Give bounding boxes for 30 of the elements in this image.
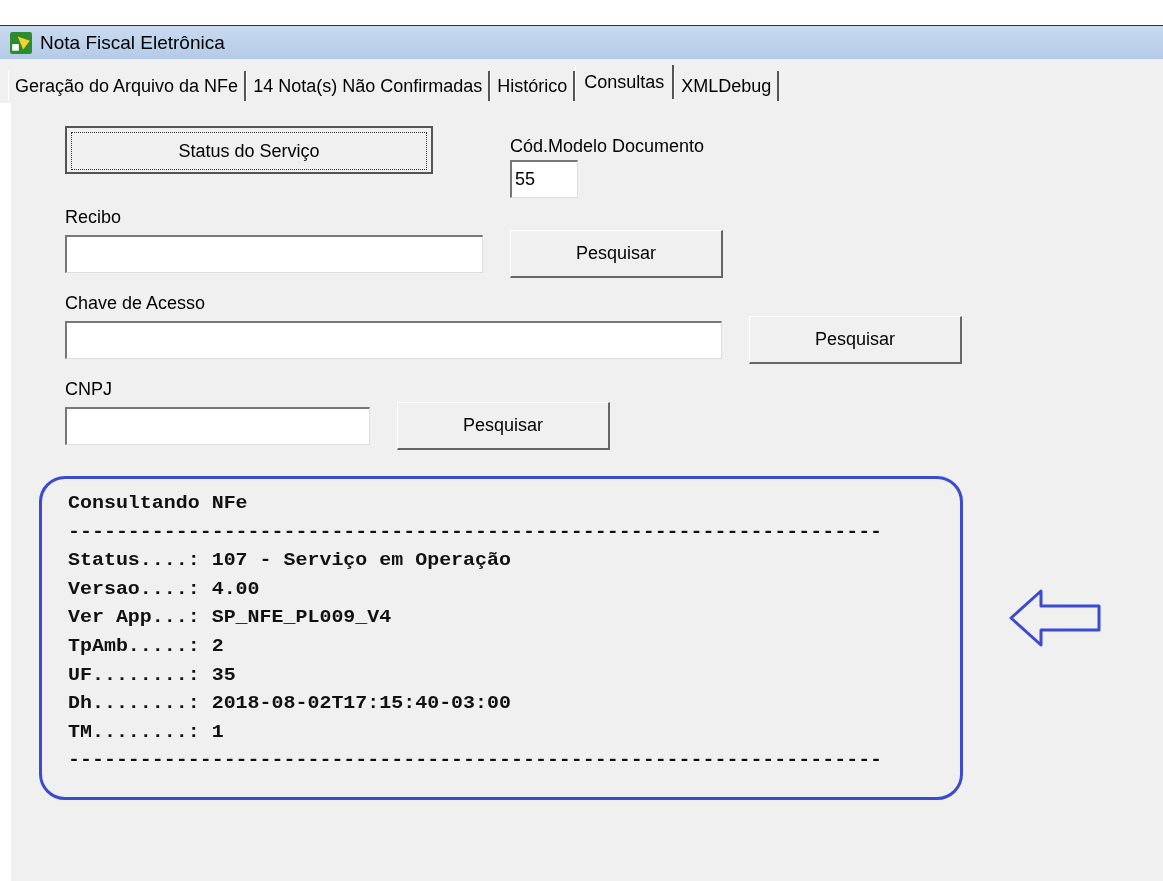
output-line: Dh........: 2018-08-02T17:15:40-03:00 [68, 691, 512, 717]
output-line: Ver App...: SP_NFE_PL009_V4 [68, 605, 393, 631]
input-field[interactable] [65, 407, 370, 445]
output-line: -------------------------------------------------------------------- [68, 748, 884, 774]
output-line: TpAmb.....: 2 [68, 633, 225, 659]
search-button[interactable]: Pesquisar [510, 230, 723, 278]
output-line: Status....: 107 - Serviço em Operação [68, 548, 512, 574]
left-arrow-icon [1008, 588, 1102, 648]
tab[interactable]: Geração do Arquivo da NFe [8, 71, 247, 101]
tab[interactable]: XMLDebug [674, 71, 780, 101]
search-button[interactable]: Pesquisar [749, 316, 962, 364]
app-icon [10, 31, 32, 54]
input-field[interactable]: 55 [510, 160, 578, 198]
field-label: Recibo [65, 206, 123, 228]
status-button[interactable]: Status do Serviço [65, 126, 433, 174]
input-field[interactable] [65, 235, 483, 273]
field-label: Chave de Acesso [65, 292, 207, 314]
tab[interactable]: 14 Nota(s) Não Confirmadas [246, 71, 491, 101]
tab[interactable]: Consultas [575, 65, 675, 99]
field-label: Cód.Modelo Documento [510, 135, 705, 157]
output-line: Consultando NFe [68, 491, 249, 516]
output-line: -------------------------------------------------------------------- [68, 519, 884, 545]
output-line: UF........: 35 [68, 662, 237, 688]
field-label: CNPJ [65, 378, 113, 400]
search-button[interactable]: Pesquisar [397, 402, 610, 450]
output-line: Versao....: 4.00 [68, 576, 261, 602]
tab[interactable]: Histórico [490, 71, 576, 101]
output-line: TM........: 1 [68, 719, 225, 745]
input-field[interactable] [65, 321, 722, 359]
window-title: Nota Fiscal Eletrônica [40, 31, 225, 54]
